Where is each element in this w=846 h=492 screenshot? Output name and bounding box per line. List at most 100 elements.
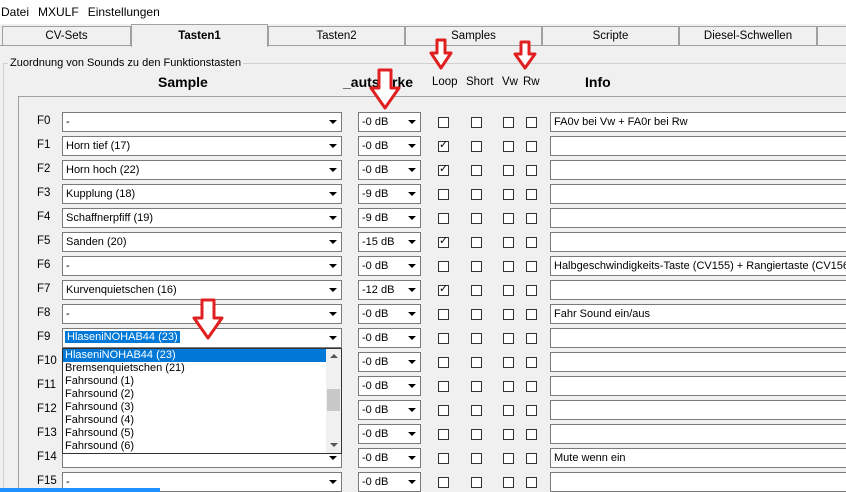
rw-checkbox[interactable] [526, 189, 537, 200]
chevron-down-icon[interactable] [404, 258, 419, 274]
info-field[interactable] [550, 424, 846, 444]
info-field[interactable]: Mute wenn ein [550, 448, 846, 468]
sample-select[interactable]: Schaffnerpfiff (19) [62, 208, 342, 228]
volume-select[interactable]: -0 dB [358, 352, 421, 372]
short-checkbox[interactable] [471, 357, 482, 368]
sample-select[interactable]: Kupplung (18) [62, 184, 342, 204]
dropdown-option[interactable]: Fahrsound (4) [63, 414, 341, 427]
tab-diesel-schwellen[interactable]: Diesel-Schwellen [679, 26, 817, 46]
chevron-down-icon[interactable] [404, 378, 419, 394]
chevron-down-icon[interactable] [325, 234, 340, 250]
sample-select[interactable]: Horn hoch (22) [62, 160, 342, 180]
rw-checkbox[interactable] [526, 213, 537, 224]
rw-checkbox[interactable] [526, 429, 537, 440]
info-field[interactable] [550, 352, 846, 372]
dropdown-option[interactable]: Fahrsound (1) [63, 375, 341, 388]
menu-item-einstellungen[interactable]: Einstellungen [87, 5, 166, 19]
info-field[interactable] [550, 400, 846, 420]
info-field[interactable] [550, 160, 846, 180]
info-field[interactable] [550, 376, 846, 396]
chevron-down-icon[interactable] [325, 210, 340, 226]
chevron-down-icon[interactable] [325, 258, 340, 274]
dropdown-option[interactable]: HlaseniNOHAB44 (23) [63, 349, 341, 362]
rw-checkbox[interactable] [526, 333, 537, 344]
volume-select[interactable]: -12 dB [358, 280, 421, 300]
volume-select[interactable]: -0 dB [358, 256, 421, 276]
chevron-down-icon[interactable] [404, 450, 419, 466]
info-field[interactable] [550, 232, 846, 252]
rw-checkbox[interactable] [526, 117, 537, 128]
loop-checkbox[interactable]: ✓ [438, 235, 449, 248]
short-checkbox[interactable] [471, 477, 482, 488]
vw-checkbox[interactable] [503, 141, 514, 152]
vw-checkbox[interactable] [503, 285, 514, 296]
chevron-down-icon[interactable] [325, 306, 340, 322]
volume-select[interactable]: -0 dB [358, 328, 421, 348]
volume-select[interactable]: -0 dB [358, 472, 421, 492]
chevron-down-icon[interactable] [404, 186, 419, 202]
short-checkbox[interactable] [471, 381, 482, 392]
volume-select[interactable]: -0 dB [358, 448, 421, 468]
short-checkbox[interactable] [471, 333, 482, 344]
volume-select[interactable]: -0 dB [358, 112, 421, 132]
chevron-down-icon[interactable] [325, 162, 340, 178]
chevron-down-icon[interactable] [404, 330, 419, 346]
menu-item-datei[interactable]: Datei [0, 5, 35, 19]
info-field[interactable] [550, 328, 846, 348]
loop-checkbox[interactable] [438, 261, 449, 272]
vw-checkbox[interactable] [503, 189, 514, 200]
rw-checkbox[interactable] [526, 285, 537, 296]
chevron-down-icon[interactable] [404, 282, 419, 298]
vw-checkbox[interactable] [503, 309, 514, 320]
info-field[interactable] [550, 184, 846, 204]
menu-item-mxulf[interactable]: MXULF [37, 5, 85, 19]
short-checkbox[interactable] [471, 141, 482, 152]
volume-select[interactable]: -0 dB [358, 136, 421, 156]
chevron-down-icon[interactable] [404, 162, 419, 178]
tab-tasten2[interactable]: Tasten2 [268, 26, 405, 46]
volume-select[interactable]: -0 dB [358, 400, 421, 420]
short-checkbox[interactable] [471, 213, 482, 224]
loop-checkbox[interactable] [438, 213, 449, 224]
dropdown-option[interactable]: Fahrsound (2) [63, 388, 341, 401]
chevron-down-icon[interactable] [325, 138, 340, 154]
loop-checkbox[interactable] [438, 477, 449, 488]
scroll-up-icon[interactable] [326, 349, 341, 364]
short-checkbox[interactable] [471, 261, 482, 272]
sample-select[interactable]: - [62, 112, 342, 132]
info-field[interactable] [550, 280, 846, 300]
vw-checkbox[interactable] [503, 381, 514, 392]
vw-checkbox[interactable] [503, 357, 514, 368]
vw-checkbox[interactable] [503, 261, 514, 272]
vw-checkbox[interactable] [503, 117, 514, 128]
short-checkbox[interactable] [471, 189, 482, 200]
loop-checkbox[interactable] [438, 357, 449, 368]
rw-checkbox[interactable] [526, 237, 537, 248]
rw-checkbox[interactable] [526, 165, 537, 176]
vw-checkbox[interactable] [503, 237, 514, 248]
rw-checkbox[interactable] [526, 405, 537, 416]
vw-checkbox[interactable] [503, 453, 514, 464]
rw-checkbox[interactable] [526, 357, 537, 368]
chevron-down-icon[interactable] [404, 306, 419, 322]
chevron-down-icon[interactable] [325, 186, 340, 202]
rw-checkbox[interactable] [526, 309, 537, 320]
short-checkbox[interactable] [471, 117, 482, 128]
chevron-down-icon[interactable] [404, 354, 419, 370]
chevron-down-icon[interactable] [404, 234, 419, 250]
rw-checkbox[interactable] [526, 381, 537, 392]
sample-select[interactable]: Kurvenquietschen (16) [62, 280, 342, 300]
chevron-down-icon[interactable] [404, 114, 419, 130]
vw-checkbox[interactable] [503, 165, 514, 176]
short-checkbox[interactable] [471, 405, 482, 416]
scroll-down-icon[interactable] [326, 438, 341, 453]
loop-checkbox[interactable] [438, 453, 449, 464]
short-checkbox[interactable] [471, 309, 482, 320]
volume-select[interactable]: -0 dB [358, 304, 421, 324]
sample-select[interactable]: Horn tief (17) [62, 136, 342, 156]
loop-checkbox[interactable] [438, 333, 449, 344]
tab-overflow[interactable] [817, 26, 846, 46]
loop-checkbox[interactable]: ✓ [438, 139, 449, 152]
chevron-down-icon[interactable] [325, 474, 340, 490]
chevron-down-icon[interactable] [325, 114, 340, 130]
